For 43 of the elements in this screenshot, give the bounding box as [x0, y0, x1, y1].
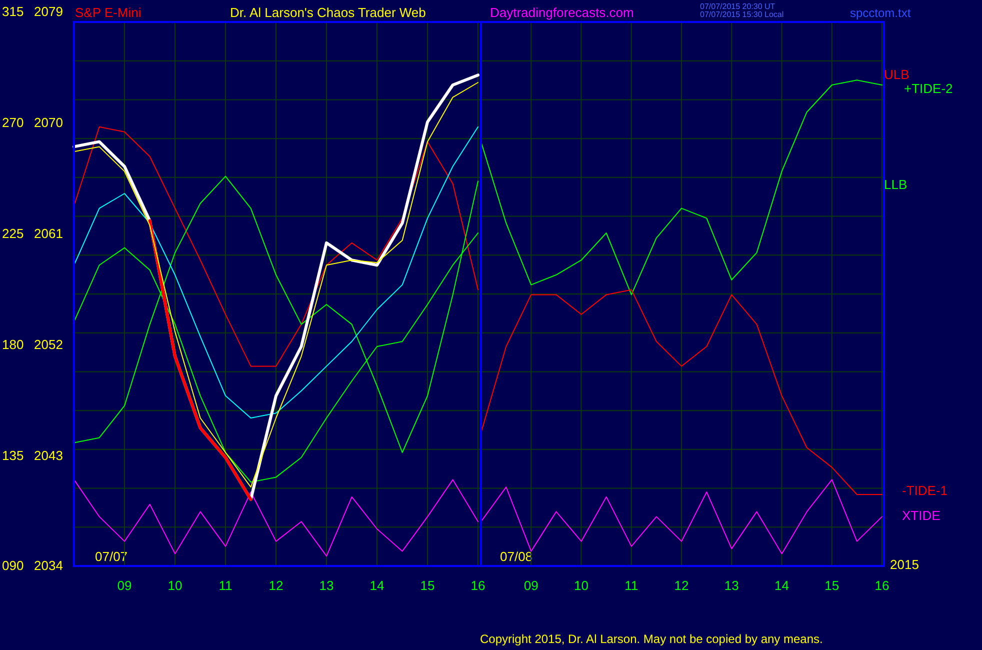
series-label: -TIDE-1	[902, 483, 948, 498]
site-name: Daytradingforecasts.com	[490, 5, 634, 20]
axis-label: 16	[470, 578, 486, 593]
axis-label: 14	[370, 578, 384, 593]
series-label: XTIDE	[902, 508, 940, 523]
axis-label: 2034	[34, 558, 63, 573]
date-label: 07/08	[500, 549, 533, 564]
timestamp: 07/07/2015 20:30 UT	[700, 2, 776, 11]
axis-label: 2052	[34, 337, 63, 352]
file-name: spcctom.txt	[850, 6, 911, 20]
series-label: ULB	[884, 67, 910, 82]
axis-label: 315	[2, 4, 24, 19]
chart-title: Dr. Al Larson's Chaos Trader Web	[230, 5, 426, 20]
axis-label: 14	[774, 578, 789, 593]
axis-label: 15	[824, 578, 840, 593]
axis-label: 10	[574, 578, 588, 593]
axis-label: 15	[420, 578, 435, 593]
series-label: LLB	[884, 177, 908, 192]
axis-label: 2070	[34, 115, 63, 130]
axis-label: 180	[2, 337, 24, 352]
axis-label: 11	[624, 578, 638, 593]
axis-label: 12	[674, 578, 689, 593]
axis-label: 2061	[34, 226, 63, 241]
date-label: 2015	[890, 557, 919, 572]
axis-label: 09	[524, 578, 538, 593]
axis-label: 270	[2, 115, 24, 130]
copyright-text: Copyright 2015, Dr. Al Larson. May not be copied by any means.	[480, 632, 823, 646]
axis-label: 13	[724, 578, 739, 593]
date-label: 07/07	[95, 549, 128, 564]
axis-label: 090	[2, 558, 24, 573]
axis-label: 11	[218, 578, 232, 593]
axis-label: 2079	[34, 4, 63, 19]
axis-label: 2043	[34, 448, 63, 463]
timestamp: 07/07/2015 15:30 Local	[700, 10, 784, 19]
axis-label: 10	[168, 578, 182, 593]
axis-label: 12	[268, 578, 284, 593]
axis-label: 13	[319, 578, 334, 593]
axis-label: 135	[2, 448, 24, 463]
chart-symbol: S&P E-Mini	[75, 5, 142, 20]
series-label: +TIDE-2	[904, 81, 953, 96]
axis-label: 225	[2, 226, 24, 241]
axis-label: 16	[874, 578, 890, 593]
axis-label: 09	[117, 578, 132, 593]
